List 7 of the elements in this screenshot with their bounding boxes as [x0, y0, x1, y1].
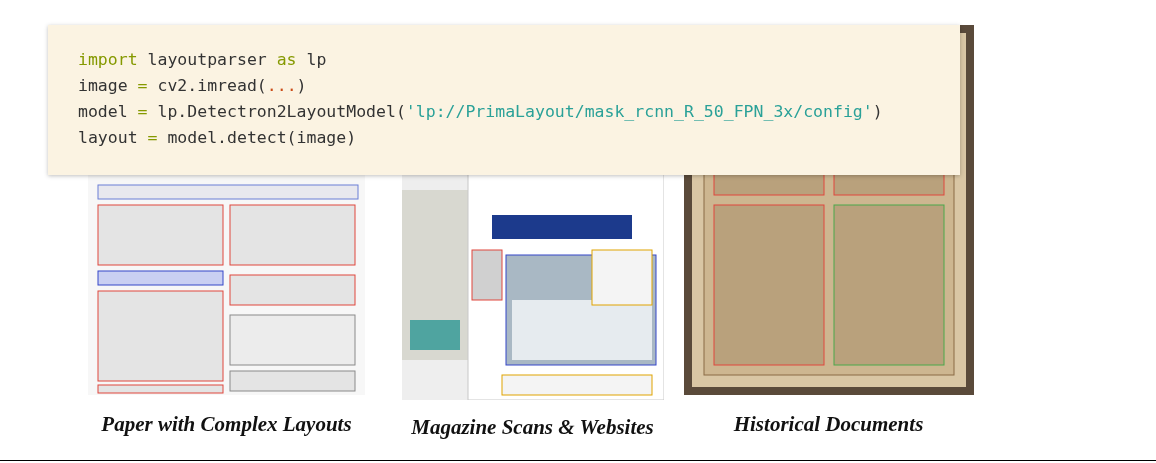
code-line: image = cv2.imread(...) [78, 75, 308, 97]
figure-caption: Magazine Scans & Websites [411, 415, 654, 440]
figure-caption: Paper with Complex Layouts [101, 412, 352, 437]
code-line: model = lp.Detectron2LayoutModel('lp://PrimaLayout/mask_rcnn_R_50_FPN_3x/config') [78, 101, 884, 123]
code-line: import layoutparser as lp [78, 49, 328, 71]
code-line: layout = model.detect(image) [78, 127, 358, 149]
figure-caption: Historical Documents [733, 412, 924, 437]
